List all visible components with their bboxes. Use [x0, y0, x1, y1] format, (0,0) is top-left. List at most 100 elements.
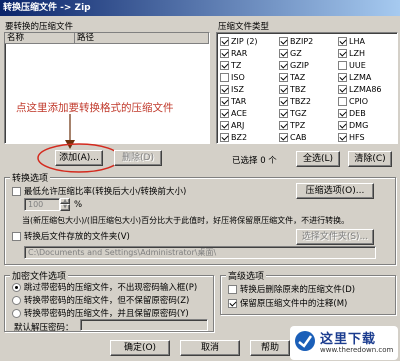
filetype-checkbox[interactable]: [338, 133, 347, 142]
file-list[interactable]: 名称 路径: [4, 32, 210, 144]
filetype-checkbox[interactable]: [279, 85, 288, 94]
default-password-input[interactable]: [80, 319, 208, 331]
encrypt-opt3-row[interactable]: 转换带密码的压缩文件，并且保留原密码(Y): [12, 307, 189, 319]
filetype-row[interactable]: DMG: [338, 120, 368, 131]
filetype-label: TBZ2: [290, 97, 311, 106]
filetype-checkbox[interactable]: [338, 73, 347, 82]
filetype-checkbox[interactable]: [338, 85, 347, 94]
filetype-row[interactable]: GZIP: [279, 60, 309, 71]
filetype-label: DMG: [349, 121, 369, 130]
advanced-opt2-row[interactable]: 保留原压缩文件中的注释(M): [228, 297, 347, 309]
ok-button[interactable]: 确定(O): [110, 340, 170, 356]
filetype-checkbox[interactable]: [220, 37, 229, 46]
filetype-label: TAR: [231, 97, 247, 106]
filetype-row[interactable]: TGZ: [279, 108, 307, 119]
selected-count: 已选择 0 个: [232, 156, 277, 166]
filetype-checkbox[interactable]: [220, 85, 229, 94]
encrypt-opt1-radio[interactable]: [12, 283, 21, 292]
filetype-row[interactable]: ACE: [220, 108, 247, 119]
filetype-label: LZMA86: [349, 85, 382, 94]
filetype-row[interactable]: ARJ: [220, 120, 244, 131]
filetype-row[interactable]: CAB: [279, 132, 307, 143]
ratio-input[interactable]: 100: [24, 198, 60, 211]
encrypt-opt3-radio[interactable]: [12, 309, 21, 318]
filetype-checkbox[interactable]: [220, 49, 229, 58]
watermark-url: www.theredown.com: [320, 346, 394, 354]
keep-comments-checkbox[interactable]: [228, 299, 237, 308]
filetype-label: LZH: [349, 49, 365, 58]
column-header-path[interactable]: 路径: [75, 33, 209, 44]
watermark-text: 这里下载: [320, 332, 377, 347]
filetype-checkbox[interactable]: [220, 73, 229, 82]
folder-checkbox[interactable]: [12, 232, 21, 241]
encrypt-opt2-row[interactable]: 转换带密码的压缩文件，但不保留原密码(Z): [12, 294, 189, 306]
min-ratio-checkbox[interactable]: [12, 187, 21, 196]
filetype-row[interactable]: TPZ: [279, 120, 305, 131]
filetype-checkbox[interactable]: [220, 133, 229, 142]
filetype-row[interactable]: CPIO: [338, 96, 368, 107]
filetype-row[interactable]: TZ: [220, 60, 241, 71]
filetype-checkbox[interactable]: [279, 37, 288, 46]
filetype-label: TZ: [231, 61, 242, 70]
filetype-checkbox[interactable]: [279, 49, 288, 58]
default-password-label: 默认解压密码：: [14, 323, 74, 333]
filetype-row[interactable]: TBZ: [279, 84, 306, 95]
stepper-down-icon[interactable]: ▼: [60, 204, 70, 211]
filetype-row[interactable]: HFS: [338, 132, 365, 143]
filetype-checkbox[interactable]: [279, 73, 288, 82]
filetype-checkbox[interactable]: [220, 109, 229, 118]
filetype-row[interactable]: GZ: [279, 48, 302, 59]
filetype-label: ISO: [231, 73, 245, 82]
filetype-checkbox[interactable]: [338, 97, 347, 106]
filetype-row[interactable]: BZIP2: [279, 36, 313, 47]
cancel-button[interactable]: 取消: [180, 340, 240, 356]
filetype-row[interactable]: BZ2: [220, 132, 247, 143]
folder-row[interactable]: 转换后文件存放的文件夹(V): [12, 230, 130, 242]
filetype-checkbox[interactable]: [279, 109, 288, 118]
filetype-checkbox[interactable]: [220, 97, 229, 106]
filetype-checkbox[interactable]: [338, 61, 347, 70]
filetype-checkbox[interactable]: [220, 61, 229, 70]
filetype-row[interactable]: LZH: [338, 48, 365, 59]
column-header-name[interactable]: 名称: [5, 33, 75, 44]
filetype-checkbox[interactable]: [279, 133, 288, 142]
watermark-logo-icon: [295, 331, 315, 351]
filetype-checkbox[interactable]: [220, 121, 229, 130]
filetype-row[interactable]: LZMA: [338, 72, 371, 83]
choose-folder-button[interactable]: 选择文件夹(S)...: [296, 229, 374, 245]
filetype-checkbox[interactable]: [338, 37, 347, 46]
clear-button[interactable]: 清除(C): [348, 151, 392, 167]
filetype-row[interactable]: ISO: [220, 72, 245, 83]
min-ratio-row[interactable]: 最低允许压缩比率(转换后大小/转换前大小): [12, 185, 186, 197]
filetype-checkbox[interactable]: [338, 49, 347, 58]
filetype-checkbox[interactable]: [279, 97, 288, 106]
folder-path-input[interactable]: C:\Documents and Settings\Administrator\…: [24, 246, 376, 259]
watermark: 这里下载 www.theredown.com: [290, 326, 398, 360]
ratio-stepper[interactable]: ▲ ▼: [60, 198, 70, 211]
filetype-checkbox[interactable]: [338, 109, 347, 118]
filetype-checkbox[interactable]: [279, 61, 288, 70]
filetype-row[interactable]: UUE: [338, 60, 366, 71]
filetype-row[interactable]: ZIP (2): [220, 36, 258, 47]
delete-original-checkbox[interactable]: [228, 285, 237, 294]
filetype-label: TPZ: [290, 121, 306, 130]
encrypt-opt2-radio[interactable]: [12, 296, 21, 305]
filetype-row[interactable]: RAR: [220, 48, 247, 59]
help-button[interactable]: 帮助: [250, 340, 290, 356]
advanced-opt1-row[interactable]: 转换后删除原来的压缩文件(D): [228, 283, 355, 295]
filetype-row[interactable]: TAR: [220, 96, 246, 107]
filetype-row[interactable]: TBZ2: [279, 96, 311, 107]
filetype-row[interactable]: DEB: [338, 108, 366, 119]
filetype-checkbox[interactable]: [338, 121, 347, 130]
select-all-button[interactable]: 全选(L): [296, 151, 340, 167]
filetype-label: LZMA: [349, 73, 372, 82]
filetype-row[interactable]: LZMA86: [338, 84, 382, 95]
encrypt-opt1-row[interactable]: 跳过带密码的压缩文件，不出现密码输入框(P): [12, 281, 197, 293]
delete-button[interactable]: 删除(D): [114, 150, 162, 166]
filetype-label: CAB: [290, 133, 307, 142]
compress-options-button[interactable]: 压缩选项(O)...: [296, 183, 374, 199]
filetype-checkbox[interactable]: [279, 121, 288, 130]
filetype-row[interactable]: LHA: [338, 36, 365, 47]
filetype-row[interactable]: TAZ: [279, 72, 305, 83]
filetype-row[interactable]: ISZ: [220, 84, 244, 95]
